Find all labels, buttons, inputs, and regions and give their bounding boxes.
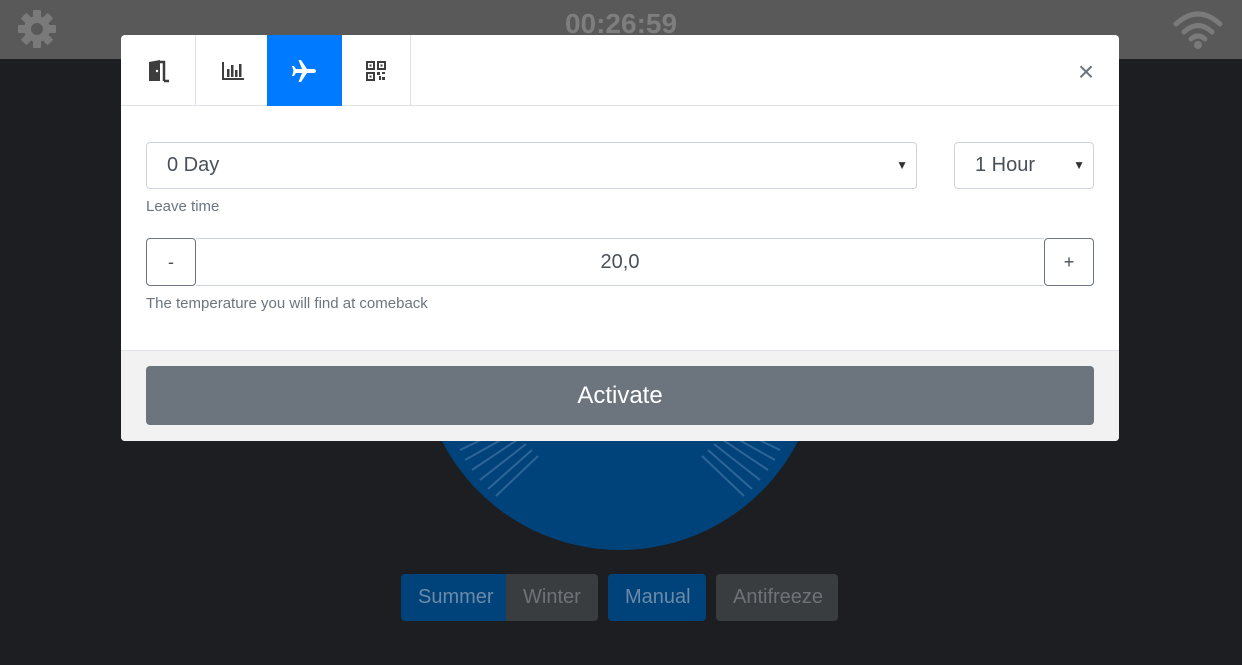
antifreeze-button[interactable]: Antifreeze <box>716 574 838 621</box>
chevron-down-icon: ▼ <box>896 158 908 172</box>
tab-statistics[interactable] <box>196 35 271 106</box>
dialog-footer: Activate <box>121 350 1119 441</box>
bar-chart-icon <box>222 61 244 80</box>
leave-hours-select[interactable]: 1 Hour ▼ <box>954 142 1094 189</box>
temperature-help-text: The temperature you will find at comebac… <box>146 295 428 312</box>
temperature-decrease-button[interactable]: - <box>146 238 196 286</box>
tab-exit[interactable] <box>121 35 196 106</box>
winter-button[interactable]: Winter <box>506 574 598 621</box>
away-mode-dialog: × 0 Day ▼ 1 Hour ▼ Leave time - 20,0 + T… <box>121 35 1119 441</box>
leave-hours-value: 1 Hour <box>975 154 1036 176</box>
dialog-tabs: × <box>121 35 1119 106</box>
temperature-increase-button[interactable]: + <box>1044 238 1094 286</box>
airplane-icon <box>292 59 316 82</box>
door-exit-icon <box>149 59 169 82</box>
tab-away[interactable] <box>267 35 342 106</box>
qr-code-icon <box>366 60 386 81</box>
manual-mode-group: Manual <box>608 574 706 621</box>
tab-qr-code[interactable] <box>342 35 411 106</box>
manual-button[interactable]: Manual <box>608 574 706 621</box>
antifreeze-mode-group: Antifreeze <box>716 574 838 621</box>
season-toggle: Summer Winter <box>401 574 598 621</box>
wifi-icon <box>1173 11 1223 49</box>
close-icon[interactable]: × <box>1073 57 1099 87</box>
summer-button[interactable]: Summer <box>401 574 506 621</box>
leave-days-value: 0 Day <box>167 154 220 176</box>
leave-days-select[interactable]: 0 Day ▼ <box>146 142 917 189</box>
temperature-input[interactable]: 20,0 <box>196 238 1044 286</box>
activate-button[interactable]: Activate <box>146 366 1094 425</box>
chevron-down-icon: ▼ <box>1073 158 1085 172</box>
leave-time-label: Leave time <box>146 198 220 215</box>
